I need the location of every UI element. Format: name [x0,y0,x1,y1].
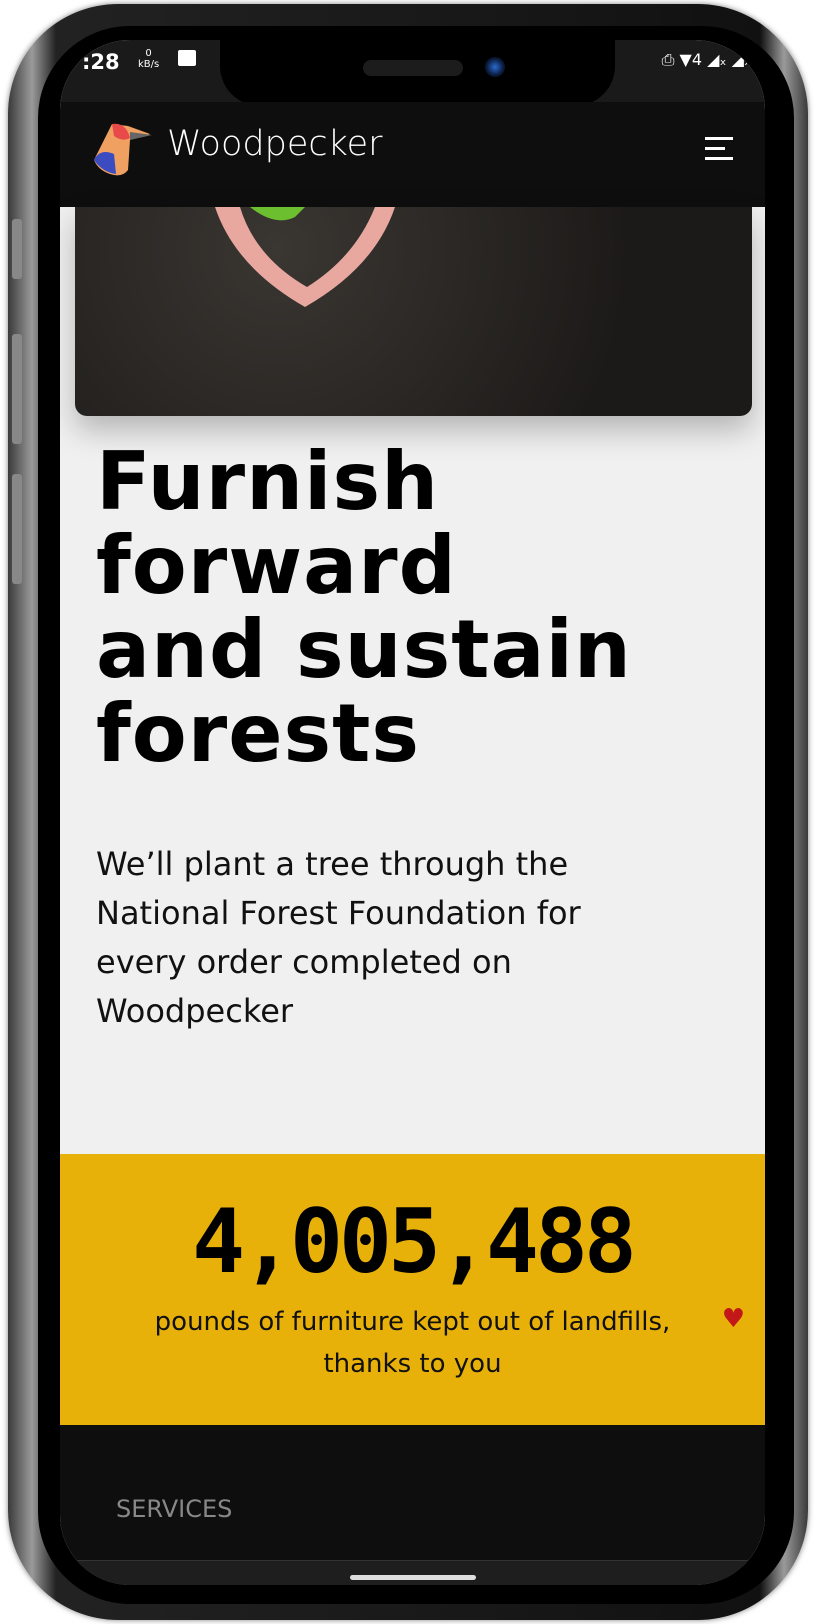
hands-soil-illustration [215,207,395,307]
heading-line: and sustain [96,603,632,696]
home-indicator[interactable] [350,1575,476,1580]
stats-counter: 4,005,488 [192,1190,637,1293]
hamburger-menu-icon[interactable] [705,137,733,167]
stats-caption: pounds of furniture kept out of landfill… [154,1307,671,1379]
hero-description: We’ll plant a tree through the National … [96,845,581,1030]
footer-services-heading[interactable]: SERVICES [116,1495,232,1523]
net-speed-value: 0 [145,48,152,59]
status-time: :28 [82,50,120,74]
heading-line: Furnish [96,435,440,528]
heading-line: forests [96,687,420,780]
side-button [12,219,22,279]
heart-icon: ♥ [721,1304,745,1334]
side-button [12,334,22,444]
heading-line: forward [96,519,457,612]
net-speed-unit: kB/s [138,59,160,70]
hero-image-soil-hands [75,207,752,416]
image-icon [178,50,196,66]
net-speed: 0 kB/s [138,48,159,70]
side-button [12,474,22,584]
footer: SERVICES [60,1425,765,1585]
screen: :28 0 kB/s ⎙ ▼4 ◢ₓ ◢ₓ Woodpecker Furnish … [60,40,765,1585]
notch [220,40,615,106]
camera [485,57,505,77]
status-bar: :28 0 kB/s ⎙ ▼4 ◢ₓ ◢ₓ [60,40,765,106]
brand-name[interactable]: Woodpecker [167,124,383,164]
stats-banner: 4,005,488 pounds of furniture kept out o… [60,1154,765,1425]
navigation-bar [60,1560,765,1585]
woodpecker-logo-icon[interactable] [92,120,154,178]
hero-heading: Furnish forward and sustain forests [96,440,632,776]
status-icons: ⎙ ▼4 ◢ₓ ◢ₓ [661,50,751,69]
speaker [363,60,463,76]
site-header: Woodpecker [60,102,765,207]
